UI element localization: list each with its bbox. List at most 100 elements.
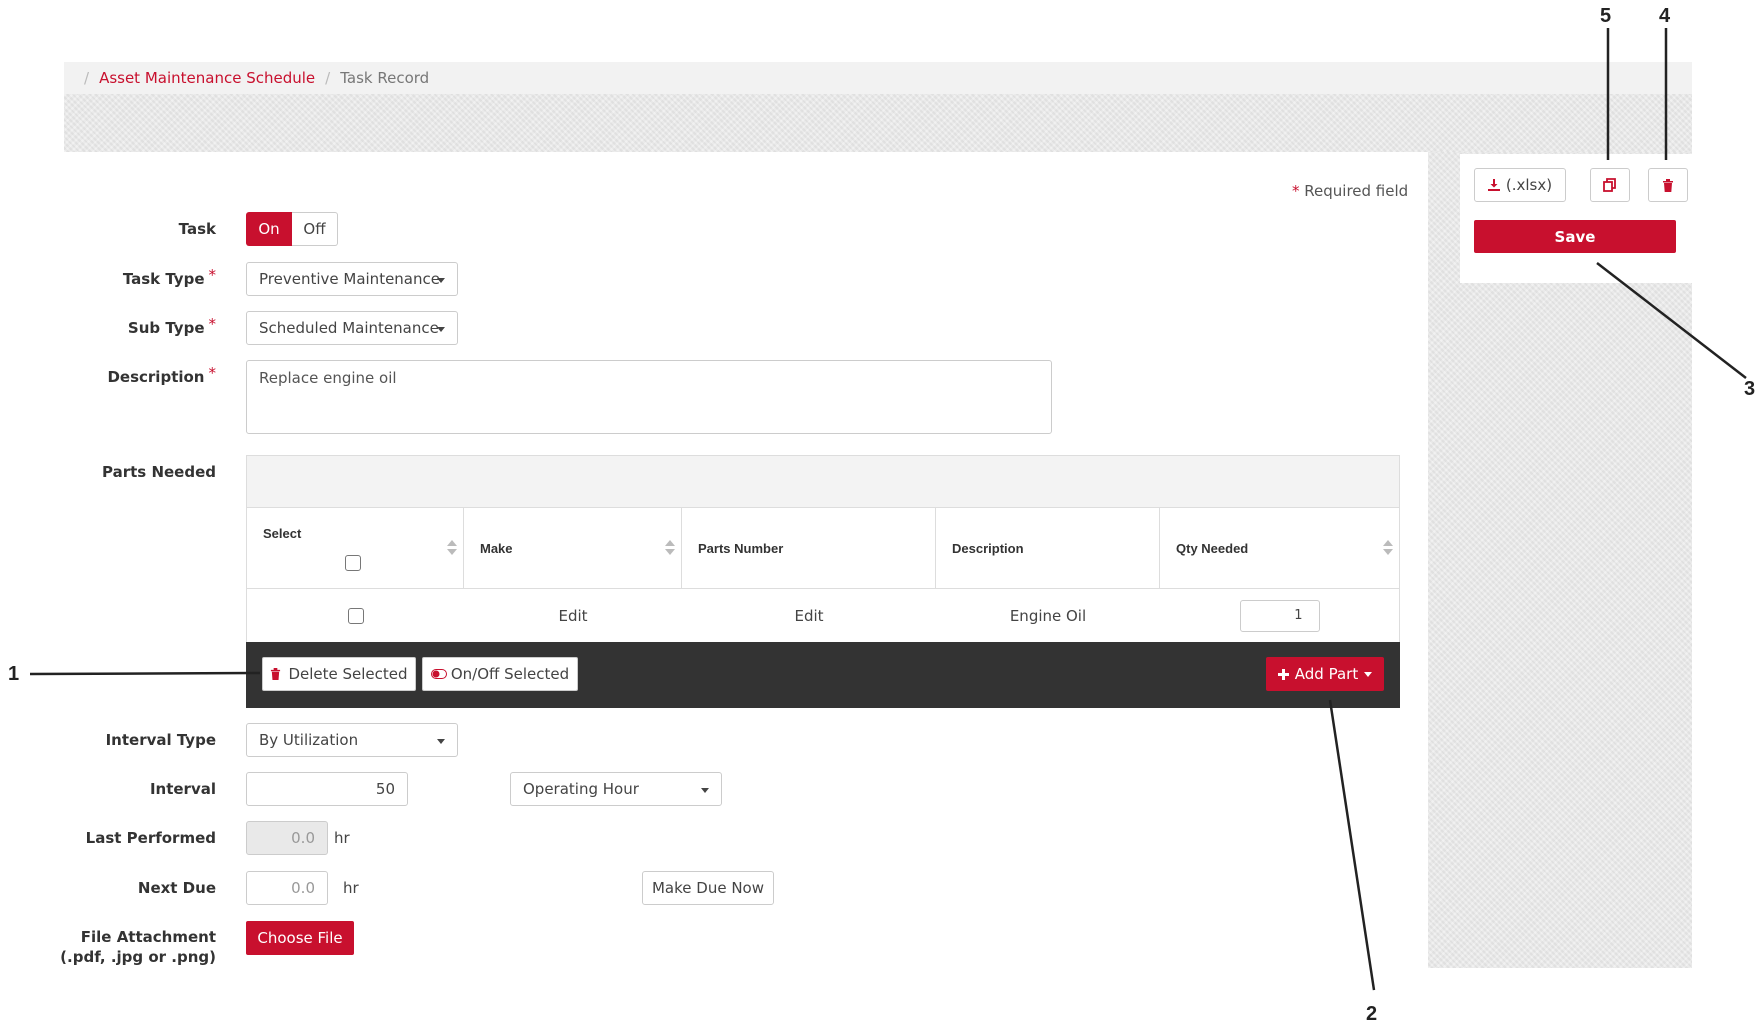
- interval-unit-value: Operating Hour: [523, 780, 639, 798]
- trash-icon: [1663, 178, 1673, 192]
- chevron-down-icon: [437, 278, 445, 283]
- qty-needed-input[interactable]: 1: [1239, 599, 1320, 632]
- sub-type-value: Scheduled Maintenance: [259, 319, 439, 337]
- interval-type-select[interactable]: By Utilization: [246, 723, 458, 757]
- file-attachment-label-line2: (.pdf, .jpg or .png): [60, 948, 216, 966]
- task-type-label-text: Task Type: [122, 270, 205, 288]
- sort-icon[interactable]: [447, 540, 457, 556]
- callout-1: 1: [8, 663, 20, 685]
- delete-record-button[interactable]: [1648, 168, 1688, 202]
- row-make-cell[interactable]: Edit: [464, 589, 682, 642]
- chevron-down-icon: [437, 739, 445, 744]
- next-due-label: Next Due: [0, 879, 216, 897]
- column-header-parts-number: Parts Number: [682, 508, 936, 588]
- plus-icon: [1277, 668, 1289, 680]
- file-attachment-label: File Attachment (.pdf, .jpg or .png): [0, 927, 216, 967]
- delete-selected-label: Delete Selected: [288, 665, 408, 683]
- required-marker: *: [208, 364, 217, 382]
- add-part-label: Add Part: [1294, 665, 1359, 683]
- interval-type-label-text: Interval Type: [105, 731, 216, 749]
- task-type-value: Preventive Maintenance: [259, 270, 440, 288]
- onoff-selected-button[interactable]: On/Off Selected: [422, 657, 578, 691]
- trash-icon: [271, 668, 281, 680]
- task-label-text: Task: [178, 220, 216, 238]
- parts-needed-label: Parts Needed: [0, 463, 216, 481]
- parts-needed-label-text: Parts Needed: [102, 463, 216, 481]
- interval-unit-select[interactable]: Operating Hour: [510, 772, 722, 806]
- breadcrumb: / Asset Maintenance Schedule / Task Reco…: [64, 62, 1692, 94]
- row-checkbox[interactable]: [347, 607, 364, 624]
- sub-type-select[interactable]: Scheduled Maintenance: [246, 311, 458, 345]
- row-parts-number-cell[interactable]: Edit: [682, 589, 936, 642]
- required-marker: *: [208, 266, 217, 284]
- toggle-icon: [430, 669, 447, 679]
- breadcrumb-current-task-record: Task Record: [340, 69, 430, 87]
- sort-icon[interactable]: [1383, 540, 1393, 556]
- copy-icon: [1603, 178, 1616, 192]
- task-type-select[interactable]: Preventive Maintenance: [246, 262, 458, 296]
- callout-3: 3: [1744, 378, 1756, 400]
- parts-table-header: Select Make Parts Number Description Qty…: [247, 508, 1399, 589]
- next-due-unit: hr: [343, 879, 359, 897]
- column-header-parts-number-label: Parts Number: [698, 540, 784, 556]
- copy-button[interactable]: [1590, 168, 1630, 202]
- last-performed-label: Last Performed: [0, 829, 216, 847]
- export-xlsx-button[interactable]: (.xlsx): [1474, 168, 1566, 202]
- interval-label-text: Interval: [149, 780, 216, 798]
- column-header-qty-needed[interactable]: Qty Needed: [1160, 508, 1399, 588]
- breadcrumb-link-asset-maintenance-schedule[interactable]: Asset Maintenance Schedule: [99, 69, 315, 87]
- make-due-now-button[interactable]: Make Due Now: [642, 871, 774, 905]
- parts-table-footer: Delete Selected On/Off Selected Add Part: [246, 642, 1400, 708]
- table-row: Edit Edit Engine Oil 1: [247, 589, 1399, 642]
- chevron-down-icon: [437, 327, 445, 332]
- description-textarea[interactable]: Replace engine oil: [246, 360, 1052, 434]
- choose-file-button[interactable]: Choose File: [246, 921, 354, 955]
- download-icon: [1487, 179, 1500, 191]
- breadcrumb-separator: /: [84, 69, 90, 87]
- row-description-cell: Engine Oil: [1009, 606, 1087, 625]
- export-button-label: (.xlsx): [1505, 176, 1553, 194]
- task-toggle: On Off: [246, 212, 338, 246]
- interval-input[interactable]: 50: [246, 772, 408, 806]
- callout-5: 5: [1600, 5, 1612, 27]
- callout-4: 4: [1659, 5, 1671, 27]
- description-label: Description *: [0, 364, 216, 386]
- sort-icon[interactable]: [665, 540, 675, 556]
- interval-type-label: Interval Type: [0, 731, 216, 749]
- select-all-checkbox[interactable]: [345, 554, 361, 571]
- description-label-text: Description: [107, 368, 205, 386]
- interval-type-value: By Utilization: [259, 731, 359, 749]
- task-label: Task: [0, 220, 216, 238]
- chevron-down-icon: [1364, 671, 1373, 677]
- column-header-make-label: Make: [480, 540, 513, 556]
- sub-type-label: Sub Type *: [0, 315, 216, 337]
- header-background: [64, 94, 1692, 152]
- breadcrumb-separator: /: [325, 69, 331, 87]
- parts-table-toolbar: [247, 456, 1399, 508]
- required-field-text: Required field: [1304, 182, 1409, 200]
- add-part-button[interactable]: Add Part: [1266, 657, 1384, 691]
- action-panel: (.xlsx) Save: [1460, 154, 1692, 283]
- save-button[interactable]: Save: [1474, 220, 1676, 253]
- last-performed-unit: hr: [334, 829, 350, 847]
- chevron-down-icon: [701, 788, 709, 793]
- task-type-label: Task Type *: [0, 266, 216, 288]
- callout-2: 2: [1366, 1003, 1378, 1025]
- file-attachment-label-line1: File Attachment: [80, 928, 216, 946]
- column-header-qty-needed-label: Qty Needed: [1176, 540, 1249, 556]
- required-marker: *: [1292, 182, 1300, 200]
- last-performed-input: 0.0: [246, 821, 328, 855]
- sub-type-label-text: Sub Type: [127, 319, 205, 337]
- last-performed-label-text: Last Performed: [85, 829, 216, 847]
- task-toggle-on[interactable]: On: [246, 212, 292, 246]
- next-due-label-text: Next Due: [137, 879, 216, 897]
- column-header-select-label: Select: [263, 525, 302, 541]
- onoff-selected-label: On/Off Selected: [450, 665, 570, 683]
- delete-selected-button[interactable]: Delete Selected: [262, 657, 416, 691]
- column-header-make[interactable]: Make: [464, 508, 682, 588]
- task-toggle-off[interactable]: Off: [292, 212, 338, 246]
- next-due-input[interactable]: 0.0: [246, 871, 328, 905]
- required-marker: *: [208, 315, 217, 333]
- column-header-select[interactable]: Select: [247, 508, 464, 588]
- parts-table: Select Make Parts Number Description Qty…: [246, 455, 1400, 643]
